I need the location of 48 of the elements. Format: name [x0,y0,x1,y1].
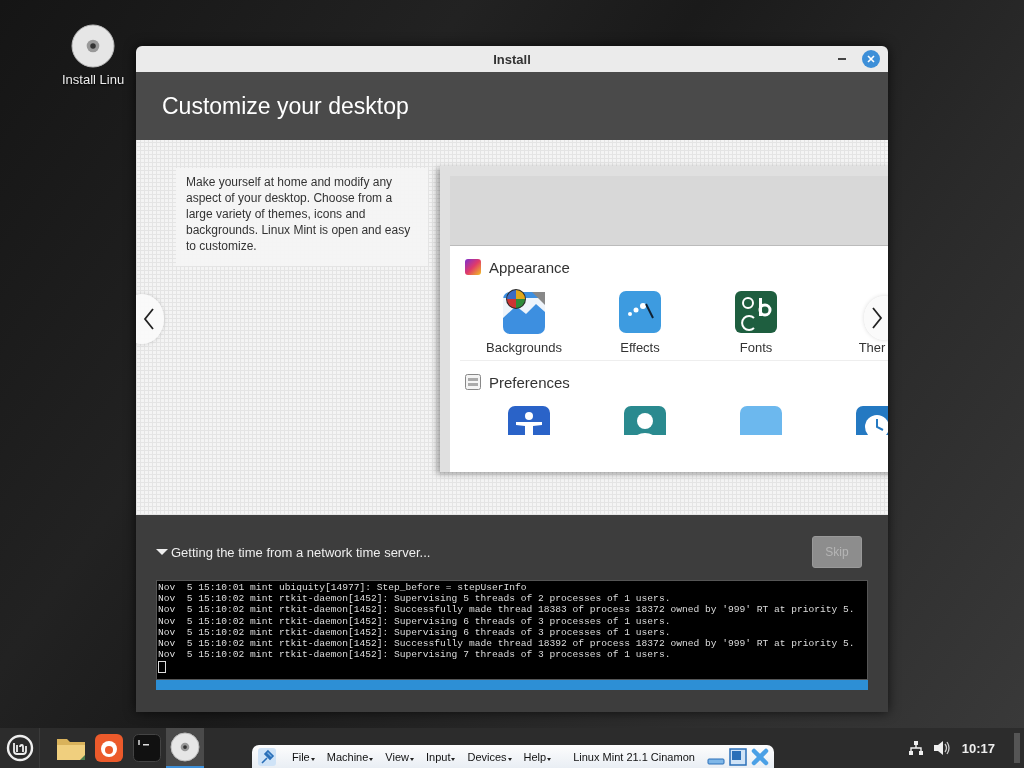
browser-icon [95,734,123,762]
launcher-button[interactable] [166,728,204,768]
font-icon [734,290,778,334]
panel-edge [1014,733,1020,763]
magic-wand-icon [618,290,662,334]
tray-button[interactable] [932,740,951,756]
close-icon [867,55,875,63]
menu-item[interactable]: File [288,750,319,763]
menu-item[interactable]: Help [519,750,556,763]
network-icon [907,740,924,756]
vm-title: Linux Mint 21.1 Cinamon [573,750,695,763]
settings-item-label[interactable]: Effects [620,340,660,355]
chevron-left-icon [143,308,155,330]
menu-item[interactable]: Machine [322,750,378,763]
close-button[interactable] [862,50,880,68]
disc-icon [71,24,116,68]
log-line: Nov 5 15:10:02 mint rtkit-daemon[1452]: Supervising 5 threads of 2 processes of 1 users. [158,593,672,605]
settings-item-label[interactable]: Fonts [739,340,773,355]
menu-item[interactable]: Devices [463,750,516,763]
color-square-icon [464,258,482,276]
disc-icon [170,732,200,762]
slide-description: Make yourself at home and modify any aspect of your desktop. Choose from a large variety of themes, icons and backgrounds. Linux Mint is open and easy to customize. [176,168,428,266]
section-title: Preferences [489,373,570,391]
settings-item-label[interactable]: Ther [858,340,886,355]
settings-item-label[interactable]: Backgrounds [486,340,562,355]
tray-button[interactable] [907,740,924,756]
log-line: Nov 5 15:10:02 mint rtkit-daemon[1452]: Successfully made thread 18383 of process 18372 owned by '999' RT at priority 5. [158,604,856,616]
log-line: Nov 5 15:10:02 mint rtkit-daemon[1452]: Supervising 7 threads of 3 processes of 1 users. [158,649,672,661]
log-line: Nov 5 15:10:02 mint rtkit-daemon[1452]: Supervising 6 threads of 3 processes of 1 users. [158,615,672,627]
progress-expander[interactable]: Getting the time from a network time server... [156,544,431,560]
section-title: Appearance [489,258,570,276]
page-heading: Customize your desktop [162,92,409,120]
wallpaper-icon [502,288,546,334]
speaker-icon [932,740,951,756]
settings-list-icon [464,373,482,391]
desktop-icon-label[interactable]: Install Linu [62,72,125,87]
restore-icon[interactable] [728,747,747,766]
mint-logo-icon [5,734,34,762]
menu-item[interactable]: View [381,750,418,763]
log-line: Nov 5 15:10:02 mint rtkit-daemon[1452]: Supervising 6 threads of 3 processes of 1 users. [158,626,672,638]
chevron-right-icon [871,307,883,329]
window-title: Install [493,51,531,67]
clock[interactable]: 10:17 [961,740,995,756]
terminal-icon [133,734,161,762]
menu-item[interactable]: Input [421,750,460,763]
log-line: Nov 5 15:10:02 mint rtkit-daemon[1452]: Successfully made thread 18392 of process 18372 owned by '999' RT at priority 5. [158,638,856,650]
close-icon[interactable] [750,747,769,766]
log-line: Nov 5 15:10:01 mint ubiquity[14977]: Step_before = stepUserInfo [158,582,528,594]
